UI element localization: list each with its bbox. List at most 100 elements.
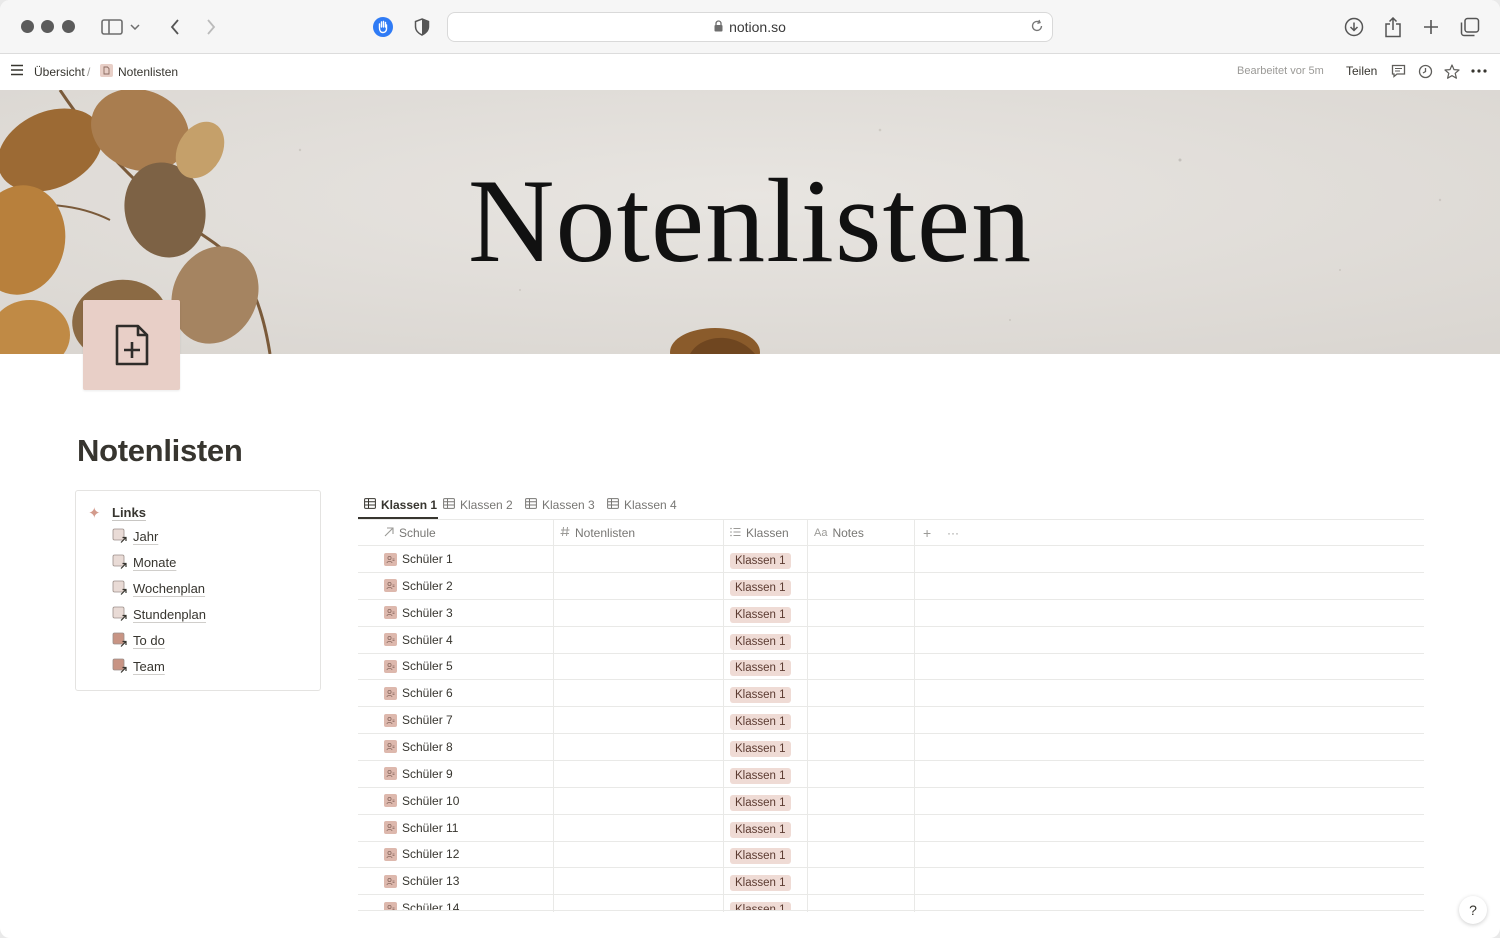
person-page-icon	[384, 659, 397, 673]
name-cell[interactable]: Schüler 9	[384, 761, 453, 787]
name-cell[interactable]: Schüler 1	[384, 546, 453, 572]
table-row[interactable]: Schüler 2 Klassen 1	[358, 573, 1424, 600]
hand-extension-icon[interactable]	[370, 14, 396, 40]
klassen-tag[interactable]: Klassen 1	[730, 687, 791, 704]
klassen-tag[interactable]: Klassen 1	[730, 794, 791, 811]
back-icon[interactable]	[162, 14, 188, 40]
klassen-tag[interactable]: Klassen 1	[730, 821, 791, 838]
table-view-icon	[607, 497, 619, 512]
table-row[interactable]: Schüler 3 Klassen 1	[358, 600, 1424, 627]
table-view-icon	[443, 497, 455, 512]
comment-icon[interactable]	[1389, 62, 1407, 80]
more-options-icon[interactable]	[1470, 62, 1488, 80]
klassen-tag[interactable]: Klassen 1	[730, 660, 791, 677]
breadcrumb-parent[interactable]: Übersicht	[34, 65, 85, 79]
address-bar[interactable]: notion.so	[447, 12, 1053, 42]
reload-icon[interactable]	[1030, 19, 1044, 36]
lock-icon	[714, 19, 723, 35]
link-item-wochenplan[interactable]: Wochenplan	[112, 578, 205, 598]
page-icon[interactable]	[83, 300, 180, 390]
klassen-tag[interactable]: Klassen 1	[730, 767, 791, 784]
name-cell[interactable]: Schüler 7	[384, 707, 453, 733]
chevron-down-icon[interactable]	[127, 14, 143, 40]
table-row[interactable]: Schüler 9 Klassen 1	[358, 761, 1424, 788]
table-row[interactable]: Schüler 14 Klassen 1	[358, 895, 1424, 910]
klassen-tag[interactable]: Klassen 1	[730, 902, 791, 910]
link-item-jahr[interactable]: Jahr	[112, 526, 158, 546]
klassen-tag[interactable]: Klassen 1	[730, 633, 791, 650]
name-cell[interactable]: Schüler 2	[384, 573, 453, 599]
add-column-button[interactable]: +	[923, 520, 931, 546]
history-clock-icon[interactable]	[1416, 62, 1434, 80]
column-header-schule[interactable]: Schule	[384, 520, 436, 546]
name-cell[interactable]: Schüler 5	[384, 653, 453, 679]
name-cell[interactable]: Schüler 13	[384, 868, 459, 894]
tab-klassen-1[interactable]: Klassen 1	[364, 490, 437, 519]
favorite-star-icon[interactable]	[1443, 62, 1461, 80]
tab-overview-icon[interactable]	[1457, 14, 1483, 40]
share-button[interactable]: Teilen	[1346, 64, 1377, 78]
page-cover[interactable]: Notenlisten	[0, 90, 1500, 354]
table-row[interactable]: Schüler 12 Klassen 1	[358, 841, 1424, 869]
link-item-to-do[interactable]: To do	[112, 630, 165, 650]
student-name: Schüler 12	[402, 847, 460, 862]
person-page-icon	[384, 901, 397, 910]
sidebar-toggle-icon[interactable]	[99, 14, 125, 40]
name-cell[interactable]: Schüler 4	[384, 627, 453, 653]
column-more-button[interactable]: ···	[947, 520, 959, 546]
person-page-icon	[384, 847, 397, 861]
klassen-tag[interactable]: Klassen 1	[730, 848, 791, 865]
table-row[interactable]: Schüler 4 Klassen 1	[358, 627, 1424, 654]
name-cell[interactable]: Schüler 3	[384, 600, 453, 626]
zoom-window-button[interactable]	[62, 20, 75, 33]
column-header-klassen[interactable]: Klassen	[730, 520, 789, 546]
menu-icon[interactable]	[10, 64, 26, 78]
link-item-team[interactable]: Team	[112, 656, 165, 676]
page-title[interactable]: Notenlisten	[77, 433, 243, 469]
table-row[interactable]: Schüler 10 Klassen 1	[358, 788, 1424, 815]
forward-icon[interactable]	[198, 14, 224, 40]
close-window-button[interactable]	[21, 20, 34, 33]
name-cell[interactable]: Schüler 8	[384, 734, 453, 760]
column-header-notenlisten[interactable]: Notenlisten	[560, 520, 635, 546]
hash-icon	[560, 526, 570, 540]
table-row[interactable]: Schüler 1 Klassen 1	[358, 546, 1424, 573]
column-header-notes[interactable]: Aa Notes	[814, 520, 864, 546]
breadcrumb-current[interactable]: Notenlisten	[118, 65, 178, 79]
column-header-label: Notes	[832, 526, 864, 540]
klassen-tag[interactable]: Klassen 1	[730, 714, 791, 731]
tab-klassen-3[interactable]: Klassen 3	[525, 490, 595, 519]
link-item-monate[interactable]: Monate	[112, 552, 176, 572]
new-tab-icon[interactable]	[1418, 14, 1444, 40]
link-item-stundenplan[interactable]: Stundenplan	[112, 604, 206, 624]
table-row[interactable]: Schüler 6 Klassen 1	[358, 680, 1424, 708]
name-cell[interactable]: Schüler 6	[384, 680, 453, 706]
help-button[interactable]: ?	[1459, 896, 1487, 924]
name-cell[interactable]: Schüler 10	[384, 788, 459, 814]
klassen-tag[interactable]: Klassen 1	[730, 606, 791, 623]
table-row[interactable]: Schüler 11 Klassen 1	[358, 815, 1424, 842]
table-view-icon	[525, 497, 537, 512]
share-icon[interactable]	[1380, 14, 1406, 40]
klassen-tag[interactable]: Klassen 1	[730, 740, 791, 757]
linked-page-icon	[112, 606, 128, 622]
klassen-tag[interactable]: Klassen 1	[730, 875, 791, 892]
name-cell[interactable]: Schüler 14	[384, 895, 459, 910]
table-row[interactable]: Schüler 5 Klassen 1	[358, 653, 1424, 681]
shield-icon[interactable]	[409, 14, 435, 40]
table-row[interactable]: Schüler 8 Klassen 1	[358, 734, 1424, 761]
cover-title: Notenlisten	[467, 154, 1033, 287]
tab-klassen-2[interactable]: Klassen 2	[443, 490, 513, 519]
minimize-window-button[interactable]	[41, 20, 54, 33]
table-row[interactable]: Schüler 13 Klassen 1	[358, 868, 1424, 896]
table-row[interactable]: Schüler 7 Klassen 1	[358, 707, 1424, 735]
name-cell[interactable]: Schüler 11	[384, 815, 458, 841]
klassen-tag[interactable]: Klassen 1	[730, 553, 791, 569]
name-cell[interactable]: Schüler 12	[384, 841, 459, 867]
tab-klassen-4[interactable]: Klassen 4	[607, 490, 677, 519]
text-aa-icon: Aa	[814, 527, 828, 539]
links-heading[interactable]: Links	[112, 505, 146, 520]
klassen-tag[interactable]: Klassen 1	[730, 579, 791, 596]
download-icon[interactable]	[1341, 14, 1367, 40]
person-page-icon	[384, 606, 397, 620]
